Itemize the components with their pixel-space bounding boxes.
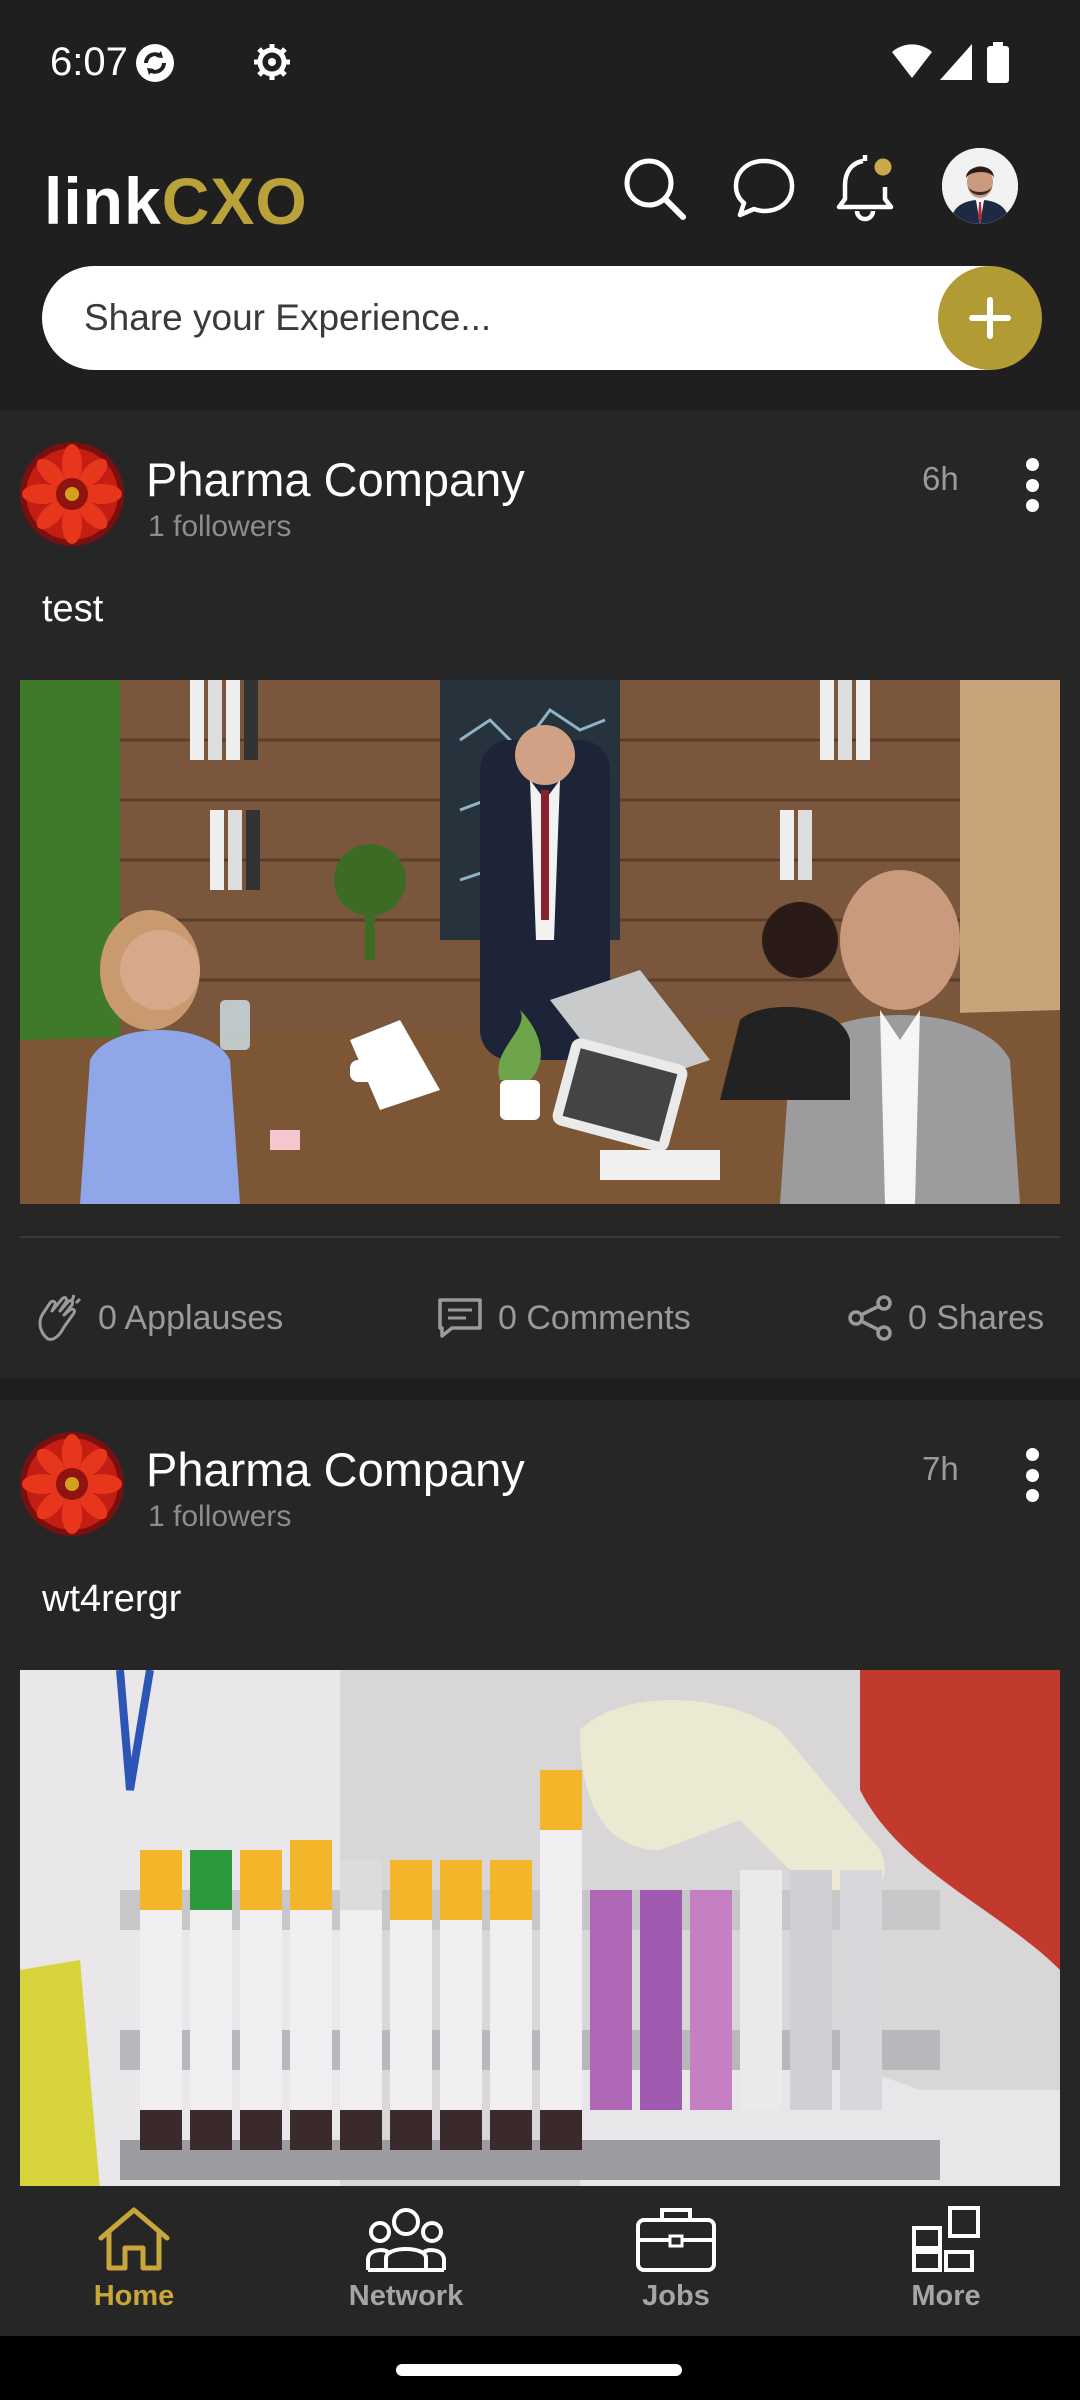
more-options-icon[interactable] xyxy=(1012,450,1052,520)
post-text: test xyxy=(42,588,104,630)
post-text: wt4rergr xyxy=(42,1578,182,1620)
post-card: Pharma Company 1 followers 7h wt4rergr xyxy=(0,1400,1080,2200)
company-avatar[interactable] xyxy=(20,442,124,546)
linkcxo-logo[interactable]: link CXO xyxy=(44,156,308,246)
post-time: 7h xyxy=(922,1450,959,1487)
logo-text-cxo: CXO xyxy=(161,164,308,238)
gesture-area xyxy=(0,2336,1080,2400)
company-name[interactable]: Pharma Company xyxy=(146,1442,525,1497)
nav-jobs[interactable]: Jobs xyxy=(576,2204,776,2324)
avatar[interactable] xyxy=(942,148,1018,224)
status-time: 6:07 xyxy=(50,40,128,84)
nav-home[interactable]: Home xyxy=(34,2204,234,2324)
followers-count: 1 followers xyxy=(148,510,292,543)
post-image[interactable] xyxy=(20,680,1060,1204)
post-time: 6h xyxy=(922,460,959,497)
status-bar: 6:07 xyxy=(0,0,1080,126)
settings-icon xyxy=(252,42,292,87)
logo-text-link: link xyxy=(44,164,162,238)
battery-icon xyxy=(986,42,1010,89)
applause-button[interactable]: 0 Applauses xyxy=(34,1290,283,1346)
applause-count: 0 Applauses xyxy=(98,1298,284,1337)
search-icon[interactable] xyxy=(614,148,694,228)
share-experience-bar[interactable] xyxy=(42,266,1042,370)
chat-icon[interactable] xyxy=(724,148,804,228)
nav-network-label: Network xyxy=(348,2280,464,2312)
comment-button[interactable]: 0 Comments xyxy=(436,1290,691,1346)
briefcase-icon xyxy=(636,2208,716,2272)
bell-icon[interactable] xyxy=(826,148,906,228)
comment-count: 0 Comments xyxy=(498,1298,691,1337)
post-image[interactable] xyxy=(20,1670,1060,2190)
nav-jobs-label: Jobs xyxy=(642,2280,710,2312)
home-icon xyxy=(98,2207,170,2271)
company-avatar[interactable] xyxy=(20,1432,124,1536)
plus-icon xyxy=(969,297,1011,339)
nav-home-label: Home xyxy=(93,2280,175,2312)
more-options-icon[interactable] xyxy=(1012,1440,1052,1510)
wifi-icon xyxy=(890,42,934,87)
company-name[interactable]: Pharma Company xyxy=(146,452,525,507)
divider xyxy=(20,1236,1060,1238)
grid-icon xyxy=(912,2206,980,2272)
network-icon xyxy=(366,2208,446,2272)
share-experience-input[interactable] xyxy=(84,266,904,370)
bottom-navigation: Home Network Jobs More xyxy=(0,2186,1080,2336)
share-button[interactable]: 0 Shares xyxy=(848,1290,1044,1346)
share-count: 0 Shares xyxy=(908,1298,1045,1337)
gesture-handle[interactable] xyxy=(396,2364,682,2376)
nav-network[interactable]: Network xyxy=(306,2204,506,2324)
add-post-button[interactable] xyxy=(938,266,1042,370)
share-icon xyxy=(848,1295,892,1341)
nav-more[interactable]: More xyxy=(846,2204,1046,2324)
followers-count: 1 followers xyxy=(148,1500,292,1533)
post-card: Pharma Company 1 followers 6h test 0 App… xyxy=(0,410,1080,1378)
comment-icon xyxy=(438,1298,482,1338)
clap-icon xyxy=(38,1294,82,1341)
nav-more-label: More xyxy=(911,2280,981,2312)
signal-icon xyxy=(938,42,974,87)
app-header: link CXO xyxy=(0,126,1080,410)
sync-icon xyxy=(134,42,176,89)
